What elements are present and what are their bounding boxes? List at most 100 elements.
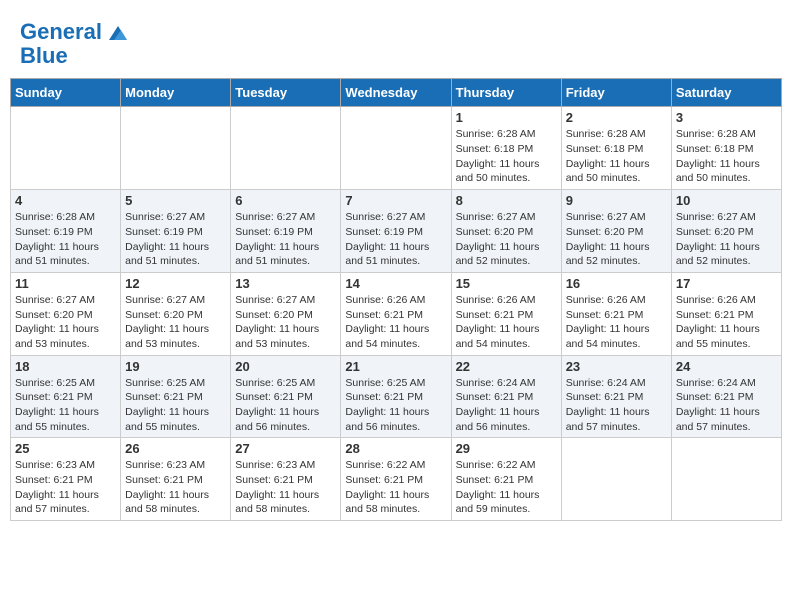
day-number: 10 (676, 193, 777, 208)
day-info: Sunrise: 6:28 AM Sunset: 6:19 PM Dayligh… (15, 210, 116, 269)
day-number: 6 (235, 193, 336, 208)
calendar-cell: 27Sunrise: 6:23 AM Sunset: 6:21 PM Dayli… (231, 438, 341, 521)
day-info: Sunrise: 6:25 AM Sunset: 6:21 PM Dayligh… (345, 376, 446, 435)
calendar-cell: 19Sunrise: 6:25 AM Sunset: 6:21 PM Dayli… (121, 355, 231, 438)
day-info: Sunrise: 6:24 AM Sunset: 6:21 PM Dayligh… (676, 376, 777, 435)
day-number: 21 (345, 359, 446, 374)
day-number: 5 (125, 193, 226, 208)
calendar-cell (231, 107, 341, 190)
day-number: 18 (15, 359, 116, 374)
logo: General Blue (20, 20, 127, 68)
calendar-cell (671, 438, 781, 521)
weekday-header-wednesday: Wednesday (341, 79, 451, 107)
calendar-cell: 5 Sunrise: 6:27 AM Sunset: 6:19 PM Daylig… (121, 190, 231, 273)
calendar-cell: 12Sunrise: 6:27 AM Sunset: 6:20 PM Dayli… (121, 272, 231, 355)
header: General Blue (10, 10, 782, 73)
calendar-cell (341, 107, 451, 190)
day-number: 23 (566, 359, 667, 374)
day-number: 29 (456, 441, 557, 456)
day-number: 12 (125, 276, 226, 291)
calendar-cell: 4 Sunrise: 6:28 AM Sunset: 6:19 PM Daylig… (11, 190, 121, 273)
week-row-5: 25 Sunrise: 6:23 AM Sunset: 6:21 PM Dayli… (11, 438, 782, 521)
calendar: SundayMondayTuesdayWednesdayThursdayFrid… (10, 78, 782, 521)
calendar-cell: 23 Sunrise: 6:24 AM Sunset: 6:21 PM Dayli… (561, 355, 671, 438)
day-info: Sunrise: 6:25 AM Sunset: 6:21 PM Dayligh… (15, 376, 116, 435)
calendar-cell: 11 Sunrise: 6:27 AM Sunset: 6:20 PM Dayli… (11, 272, 121, 355)
weekday-header-saturday: Saturday (671, 79, 781, 107)
day-info: Sunrise: 6:27 AM Sunset: 6:20 PM Dayligh… (566, 210, 667, 269)
day-number: 4 (15, 193, 116, 208)
day-info: Sunrise: 6:22 AM Sunset: 6:21 PM Dayligh… (345, 458, 446, 517)
day-info: Sunrise: 6:28 AM Sunset: 6:18 PM Dayligh… (566, 127, 667, 186)
logo-text-blue: Blue (20, 44, 68, 68)
day-number: 7 (345, 193, 446, 208)
calendar-cell: 16 Sunrise: 6:26 AM Sunset: 6:21 PM Dayli… (561, 272, 671, 355)
day-info: Sunrise: 6:27 AM Sunset: 6:20 PM Dayligh… (15, 293, 116, 352)
day-info: Sunrise: 6:26 AM Sunset: 6:21 PM Dayligh… (456, 293, 557, 352)
day-number: 9 (566, 193, 667, 208)
day-info: Sunrise: 6:27 AM Sunset: 6:20 PM Dayligh… (676, 210, 777, 269)
day-info: Sunrise: 6:26 AM Sunset: 6:21 PM Dayligh… (676, 293, 777, 352)
day-number: 14 (345, 276, 446, 291)
day-number: 20 (235, 359, 336, 374)
calendar-cell: 8 Sunrise: 6:27 AM Sunset: 6:20 PM Daylig… (451, 190, 561, 273)
calendar-cell: 3 Sunrise: 6:28 AM Sunset: 6:18 PM Daylig… (671, 107, 781, 190)
calendar-cell: 21 Sunrise: 6:25 AM Sunset: 6:21 PM Dayli… (341, 355, 451, 438)
week-row-3: 11 Sunrise: 6:27 AM Sunset: 6:20 PM Dayli… (11, 272, 782, 355)
day-number: 1 (456, 110, 557, 125)
calendar-cell: 10 Sunrise: 6:27 AM Sunset: 6:20 PM Dayli… (671, 190, 781, 273)
calendar-cell (11, 107, 121, 190)
day-info: Sunrise: 6:27 AM Sunset: 6:20 PM Dayligh… (235, 293, 336, 352)
calendar-cell: 28 Sunrise: 6:22 AM Sunset: 6:21 PM Dayli… (341, 438, 451, 521)
day-info: Sunrise: 6:25 AM Sunset: 6:21 PM Dayligh… (235, 376, 336, 435)
day-info: Sunrise: 6:28 AM Sunset: 6:18 PM Dayligh… (676, 127, 777, 186)
calendar-cell (121, 107, 231, 190)
calendar-cell: 9 Sunrise: 6:27 AM Sunset: 6:20 PM Daylig… (561, 190, 671, 273)
day-number: 28 (345, 441, 446, 456)
calendar-cell: 15 Sunrise: 6:26 AM Sunset: 6:21 PM Dayli… (451, 272, 561, 355)
day-number: 8 (456, 193, 557, 208)
day-number: 13 (235, 276, 336, 291)
day-info: Sunrise: 6:24 AM Sunset: 6:21 PM Dayligh… (456, 376, 557, 435)
weekday-header-monday: Monday (121, 79, 231, 107)
weekday-header-tuesday: Tuesday (231, 79, 341, 107)
calendar-cell: 25 Sunrise: 6:23 AM Sunset: 6:21 PM Dayli… (11, 438, 121, 521)
day-info: Sunrise: 6:26 AM Sunset: 6:21 PM Dayligh… (566, 293, 667, 352)
calendar-cell: 14 Sunrise: 6:26 AM Sunset: 6:21 PM Dayli… (341, 272, 451, 355)
calendar-cell: 1Sunrise: 6:28 AM Sunset: 6:18 PM Daylig… (451, 107, 561, 190)
day-number: 3 (676, 110, 777, 125)
day-number: 17 (676, 276, 777, 291)
day-info: Sunrise: 6:27 AM Sunset: 6:19 PM Dayligh… (345, 210, 446, 269)
calendar-cell: 6 Sunrise: 6:27 AM Sunset: 6:19 PM Daylig… (231, 190, 341, 273)
day-info: Sunrise: 6:23 AM Sunset: 6:21 PM Dayligh… (15, 458, 116, 517)
calendar-cell: 24 Sunrise: 6:24 AM Sunset: 6:21 PM Dayli… (671, 355, 781, 438)
calendar-cell: 22 Sunrise: 6:24 AM Sunset: 6:21 PM Dayli… (451, 355, 561, 438)
day-number: 25 (15, 441, 116, 456)
weekday-header-row: SundayMondayTuesdayWednesdayThursdayFrid… (11, 79, 782, 107)
day-info: Sunrise: 6:23 AM Sunset: 6:21 PM Dayligh… (125, 458, 226, 517)
day-number: 24 (676, 359, 777, 374)
calendar-cell (561, 438, 671, 521)
logo-text: General (20, 20, 127, 44)
day-info: Sunrise: 6:22 AM Sunset: 6:21 PM Dayligh… (456, 458, 557, 517)
week-row-2: 4 Sunrise: 6:28 AM Sunset: 6:19 PM Daylig… (11, 190, 782, 273)
calendar-cell: 7 Sunrise: 6:27 AM Sunset: 6:19 PM Daylig… (341, 190, 451, 273)
day-number: 11 (15, 276, 116, 291)
day-number: 26 (125, 441, 226, 456)
day-number: 16 (566, 276, 667, 291)
day-info: Sunrise: 6:27 AM Sunset: 6:20 PM Dayligh… (456, 210, 557, 269)
day-number: 15 (456, 276, 557, 291)
weekday-header-sunday: Sunday (11, 79, 121, 107)
day-number: 22 (456, 359, 557, 374)
calendar-cell: 26 Sunrise: 6:23 AM Sunset: 6:21 PM Dayli… (121, 438, 231, 521)
day-info: Sunrise: 6:27 AM Sunset: 6:19 PM Dayligh… (125, 210, 226, 269)
day-info: Sunrise: 6:26 AM Sunset: 6:21 PM Dayligh… (345, 293, 446, 352)
calendar-cell: 29 Sunrise: 6:22 AM Sunset: 6:21 PM Dayli… (451, 438, 561, 521)
calendar-cell: 17 Sunrise: 6:26 AM Sunset: 6:21 PM Dayli… (671, 272, 781, 355)
week-row-1: 1 Sunrise: 6:28 AM Sunset: 6:18 PM Daylig… (11, 107, 782, 190)
calendar-cell: 18 Sunrise: 6:25 AM Sunset: 6:21 PM Dayli… (11, 355, 121, 438)
weekday-header-thursday: Thursday (451, 79, 561, 107)
calendar-cell: 13 Sunrise: 6:27 AM Sunset: 6:20 PM Dayli… (231, 272, 341, 355)
day-info: Sunrise: 6:27 AM Sunset: 6:19 PM Dayligh… (235, 210, 336, 269)
day-info: Sunrise: 6:24 AM Sunset: 6:21 PM Dayligh… (566, 376, 667, 435)
